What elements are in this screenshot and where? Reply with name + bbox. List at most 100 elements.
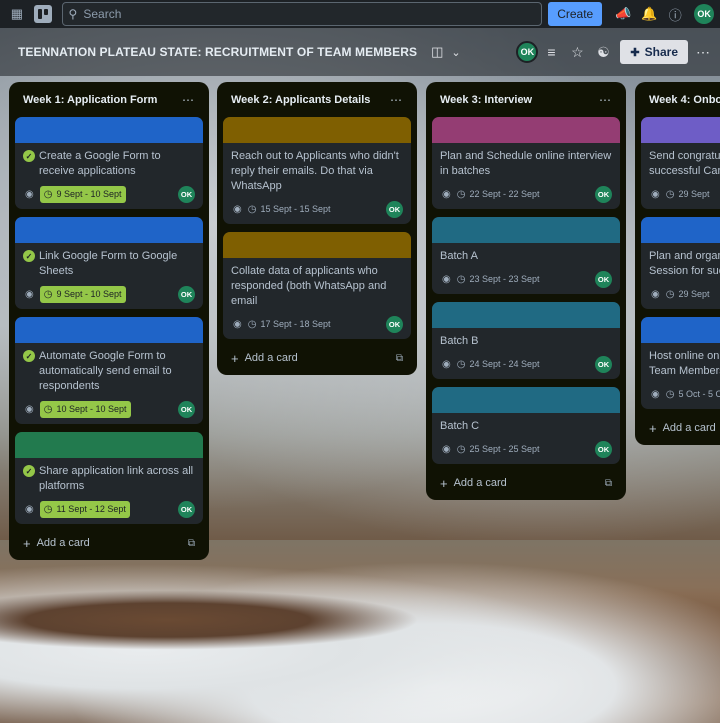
team-visibility-icon[interactable]: ☯ xyxy=(590,40,616,64)
watching-eye-icon: ◉ xyxy=(233,203,242,215)
check-icon[interactable]: ✓ xyxy=(23,465,35,477)
card-member-avatar[interactable]: OK xyxy=(178,400,195,418)
card-member-avatar[interactable]: OK xyxy=(595,440,612,458)
card-title: Automate Google Form to automatically se… xyxy=(39,350,172,392)
bell-icon[interactable]: 🔔 xyxy=(636,2,662,26)
card-template-icon[interactable]: ⧉ xyxy=(605,478,612,489)
card[interactable]: Reach out to Applicants who didn't reply… xyxy=(223,117,411,224)
watching-eye-icon: ◉ xyxy=(25,503,34,515)
check-icon[interactable]: ✓ xyxy=(23,250,35,262)
card[interactable]: Send congratulatory mails to successful … xyxy=(641,117,720,209)
trello-logo[interactable] xyxy=(33,5,52,23)
card-member-avatar[interactable]: OK xyxy=(178,185,195,203)
due-date-badge[interactable]: ◷5 Oct - 5 Oct xyxy=(666,389,720,400)
card[interactable]: Plan and organise Onboarding Session for… xyxy=(641,217,720,309)
due-date-badge[interactable]: ◷ 23 Sept - 23 Sept xyxy=(457,274,540,285)
clock-icon: ◷ xyxy=(456,273,466,285)
filter-icon[interactable]: ≡ xyxy=(538,40,564,64)
list-week-3: Week 3: Interview ⋯ Plan and Schedule on… xyxy=(426,82,626,500)
card-member-avatar[interactable]: OK xyxy=(386,200,403,218)
list-menu-icon[interactable]: ⋯ xyxy=(390,93,403,107)
due-date-badge[interactable]: ◷ 10 Sept - 10 Sept xyxy=(39,400,131,418)
add-card-button[interactable]: + Add a card ⧉ xyxy=(223,347,411,369)
card-template-icon[interactable]: ⧉ xyxy=(396,353,403,364)
card-cover xyxy=(15,432,203,458)
card[interactable]: Batch A ◉ ◷ 23 Sept - 23 Sept OK xyxy=(432,217,620,294)
top-icon-group: 📣 🔔 ⓘ xyxy=(610,2,688,26)
list-menu-icon[interactable]: ⋯ xyxy=(599,93,612,107)
card[interactable]: ✓ Share application link across all platf… xyxy=(15,432,203,524)
due-date-text: 29 Sept xyxy=(678,289,710,299)
card[interactable]: Plan and Schedule online interview in ba… xyxy=(432,117,620,209)
add-card-button[interactable]: + Add a card xyxy=(641,417,720,439)
card-template-icon[interactable]: ⧉ xyxy=(188,538,195,549)
more-options-icon[interactable]: ⋯ xyxy=(696,44,710,61)
card-cover xyxy=(15,217,203,243)
board-title[interactable]: TEENNATION PLATEAU STATE: RECRUITMENT OF… xyxy=(18,45,417,59)
due-date-badge[interactable]: ◷ 29 Sept xyxy=(666,189,710,200)
list-menu-icon[interactable]: ⋯ xyxy=(182,93,195,107)
help-icon[interactable]: ⓘ xyxy=(662,2,688,26)
card[interactable]: Collate data of applicants who responded… xyxy=(223,232,411,339)
account-avatar[interactable]: OK xyxy=(694,4,714,24)
top-nav-bar: ▦ ⚲ Search Create 📣 🔔 ⓘ OK xyxy=(0,0,720,28)
list-title[interactable]: Week 4: Onboarding xyxy=(649,94,720,106)
add-card-button[interactable]: + Add a card ⧉ xyxy=(432,472,620,494)
watching-eye-icon: ◉ xyxy=(442,443,451,455)
add-card-label: Add a card xyxy=(244,352,298,364)
due-date-badge[interactable]: ◷ 22 Sept - 22 Sept xyxy=(457,189,540,200)
card[interactable]: ✓ Create a Google Form to receive applica… xyxy=(15,117,203,209)
due-date-badge[interactable]: ◷ 11 Sept - 12 Sept xyxy=(39,500,130,518)
list-title[interactable]: Week 3: Interview xyxy=(440,94,532,106)
share-label: Share xyxy=(644,45,678,59)
check-icon[interactable]: ✓ xyxy=(23,150,35,162)
megaphone-icon[interactable]: 📣 xyxy=(610,2,636,26)
card-title: Collate data of applicants who responded… xyxy=(231,265,387,307)
card-member-avatar[interactable]: OK xyxy=(178,285,195,303)
card-cover xyxy=(15,117,203,143)
card[interactable]: ✓ Automate Google Form to automatically s… xyxy=(15,317,203,424)
due-date-badge[interactable]: ◷ 9 Sept - 10 Sept xyxy=(39,185,126,203)
card-cover xyxy=(432,217,620,243)
card-member-avatar[interactable]: OK xyxy=(178,500,195,518)
due-date-badge[interactable]: ◷ 29 Sept xyxy=(666,289,710,300)
list-title[interactable]: Week 2: Applicants Details xyxy=(231,94,370,106)
search-input[interactable]: ⚲ Search xyxy=(61,2,543,26)
apps-grid-icon[interactable]: ▦ xyxy=(6,3,28,25)
check-icon[interactable]: ✓ xyxy=(23,350,35,362)
watching-eye-icon: ◉ xyxy=(442,358,451,370)
card-member-avatar[interactable]: OK xyxy=(595,270,612,288)
clock-icon: ◷ xyxy=(247,318,257,330)
card-cover xyxy=(223,117,411,143)
card[interactable]: Batch C ◉ ◷ 25 Sept - 25 Sept OK xyxy=(432,387,620,464)
chevron-down-icon[interactable]: ⌄ xyxy=(451,46,460,59)
due-date-badge[interactable]: ◷ 9 Sept - 10 Sept xyxy=(39,285,126,303)
list-header: Week 3: Interview ⋯ xyxy=(432,90,620,110)
board-view-icon[interactable]: ◫ xyxy=(431,44,443,60)
card[interactable]: Host online onboarding for New Team Memb… xyxy=(641,317,720,409)
due-date-text: 25 Sept - 25 Sept xyxy=(469,444,540,454)
add-card-label: Add a card xyxy=(453,477,507,489)
board-member-avatar[interactable]: OK xyxy=(516,41,539,63)
card-member-avatar[interactable]: OK xyxy=(595,185,612,203)
due-date-badge[interactable]: ◷ 24 Sept - 24 Sept xyxy=(457,359,540,370)
share-button[interactable]: ✚ Share xyxy=(620,40,688,64)
due-date-badge[interactable]: ◷ 15 Sept - 15 Sept xyxy=(248,204,331,215)
list-header: Week 4: Onboarding ⋯ xyxy=(641,90,720,110)
due-date-badge[interactable]: ◷ 17 Sept - 18 Sept xyxy=(248,319,331,330)
due-date-badge[interactable]: ◷ 25 Sept - 25 Sept xyxy=(457,444,540,455)
card-member-avatar[interactable]: OK xyxy=(386,315,403,333)
card-title: Create a Google Form to receive applicat… xyxy=(39,150,161,177)
card[interactable]: Batch B ◉ ◷ 24 Sept - 24 Sept OK xyxy=(432,302,620,379)
star-icon[interactable]: ☆ xyxy=(564,40,590,64)
card[interactable]: ✓ Link Google Form to Google Sheets ◉ ◷ 9 … xyxy=(15,217,203,309)
due-date-text: 10 Sept - 10 Sept xyxy=(56,404,127,414)
list-header: Week 2: Applicants Details ⋯ xyxy=(223,90,411,110)
card-member-avatar[interactable]: OK xyxy=(595,355,612,373)
list-title[interactable]: Week 1: Application Form xyxy=(23,94,157,106)
create-button[interactable]: Create xyxy=(548,2,603,26)
add-card-label: Add a card xyxy=(662,422,716,434)
clock-icon: ◷ xyxy=(43,188,53,200)
add-card-button[interactable]: + Add a card ⧉ xyxy=(15,532,203,554)
card-title: Host online onboarding for New Team Memb… xyxy=(649,350,720,377)
